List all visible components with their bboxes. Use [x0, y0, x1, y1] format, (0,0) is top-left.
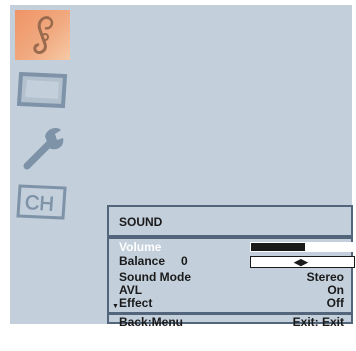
balance-value: 0 [181, 254, 188, 268]
balance-label: Balance [119, 254, 166, 268]
effect-label: Effect [119, 296, 153, 310]
balance-slider[interactable]: ◀▶ [250, 256, 355, 268]
menu-item-balance[interactable]: Balance 0 ◀▶ [119, 254, 355, 268]
sound-note-icon[interactable] [15, 10, 70, 60]
volume-slider[interactable] [250, 242, 355, 252]
back-hint: Back:Menu [119, 315, 184, 329]
sound-menu-panel: SOUND Volume Balance 0 ◀▶ Sound Mode Ste… [107, 205, 355, 329]
effect-value: Off [326, 296, 344, 310]
volume-slider-fill [251, 243, 305, 251]
picture-tv-icon[interactable] [15, 66, 70, 116]
channel-label: CH [24, 192, 54, 216]
channel-ch-icon[interactable]: CH [15, 178, 70, 228]
menu-item-avl[interactable]: AVL On [119, 284, 344, 297]
balance-arrows-icon: ◀▶ [294, 257, 308, 267]
menu-item-sound-mode[interactable]: Sound Mode Stereo [119, 271, 344, 284]
title-divider [109, 235, 351, 239]
exit-hint: Exit: Exit [292, 315, 344, 329]
setup-wrench-icon[interactable] [15, 122, 70, 172]
panel-title: SOUND [119, 215, 163, 229]
volume-label: Volume [119, 240, 162, 254]
menu-item-effect[interactable]: ▼ Effect Off [112, 296, 344, 311]
menu-item-volume[interactable]: Volume [119, 240, 355, 254]
